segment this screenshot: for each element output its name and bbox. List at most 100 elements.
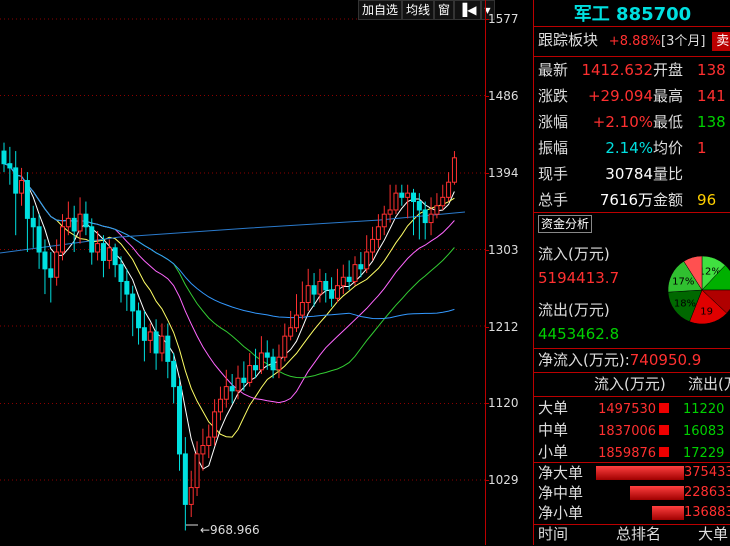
candle[interactable] xyxy=(153,331,159,354)
chart-toolbar: 加自选 均线 窗 ▐◀ ▾ xyxy=(358,0,495,20)
candle[interactable] xyxy=(36,226,42,253)
candle[interactable] xyxy=(446,181,452,198)
candle[interactable] xyxy=(451,157,457,183)
candle[interactable] xyxy=(258,352,264,371)
candle[interactable] xyxy=(147,331,153,341)
candle[interactable] xyxy=(100,243,106,261)
candle[interactable] xyxy=(340,276,346,287)
candle[interactable] xyxy=(241,377,247,383)
candle[interactable] xyxy=(381,213,387,228)
candle[interactable] xyxy=(13,167,19,194)
sell-tag[interactable]: 卖 xyxy=(712,32,730,51)
add-watchlist-button[interactable]: 加自选 xyxy=(358,0,403,20)
quote-value: 30784 xyxy=(605,165,654,183)
candle[interactable] xyxy=(311,285,317,295)
candle[interactable] xyxy=(253,365,259,371)
candle[interactable] xyxy=(422,209,428,224)
candle[interactable] xyxy=(346,276,352,282)
candle[interactable] xyxy=(428,213,434,224)
candle[interactable] xyxy=(42,251,48,270)
candle[interactable] xyxy=(65,217,71,228)
price-tick: 1486 xyxy=(485,89,519,103)
candle[interactable] xyxy=(95,243,101,253)
candle[interactable] xyxy=(288,327,294,337)
candle[interactable] xyxy=(124,280,130,295)
candle[interactable] xyxy=(229,386,235,392)
candle[interactable] xyxy=(411,192,416,203)
tracking-period[interactable]: [3个月] xyxy=(661,34,705,49)
candle[interactable] xyxy=(1,150,7,165)
candle[interactable] xyxy=(130,293,136,312)
candle[interactable] xyxy=(235,377,241,392)
candle[interactable] xyxy=(375,226,381,240)
candle[interactable] xyxy=(19,180,25,194)
quote-label: 涨跌 xyxy=(538,87,569,105)
candle[interactable] xyxy=(416,201,422,211)
candle[interactable] xyxy=(276,356,282,371)
candle[interactable] xyxy=(352,264,358,282)
candle[interactable] xyxy=(165,335,171,362)
candle[interactable] xyxy=(370,238,376,253)
candle[interactable] xyxy=(270,356,276,371)
candle[interactable] xyxy=(71,217,77,232)
candle[interactable] xyxy=(399,192,405,198)
candle[interactable] xyxy=(212,411,218,438)
candle[interactable] xyxy=(323,280,329,291)
candle[interactable] xyxy=(83,213,89,228)
candle[interactable] xyxy=(171,360,177,388)
candle[interactable] xyxy=(405,192,411,198)
candle[interactable] xyxy=(217,398,223,413)
candle[interactable] xyxy=(188,487,194,505)
candle[interactable] xyxy=(77,213,83,232)
quote-value: +29.094 xyxy=(587,87,654,105)
window-button[interactable]: 窗 xyxy=(434,0,455,20)
candle[interactable] xyxy=(393,192,399,211)
candle[interactable] xyxy=(159,335,165,354)
candle[interactable] xyxy=(141,327,147,341)
candle[interactable] xyxy=(206,436,212,447)
candle[interactable] xyxy=(106,247,112,261)
candle[interactable] xyxy=(89,226,95,253)
candle[interactable] xyxy=(305,285,311,303)
tab-fund-analysis[interactable]: 资金分析 xyxy=(538,215,593,233)
candle[interactable] xyxy=(112,247,118,266)
price-tick: 1577 xyxy=(485,12,519,26)
candle[interactable] xyxy=(7,163,13,169)
candle[interactable] xyxy=(434,205,440,215)
candle[interactable] xyxy=(364,251,370,270)
fund-pie-chart: 12%1918%17% xyxy=(667,255,730,325)
candle[interactable] xyxy=(223,386,229,400)
candle[interactable] xyxy=(282,335,288,358)
candle[interactable] xyxy=(387,209,393,215)
candle[interactable] xyxy=(30,217,36,228)
candle[interactable] xyxy=(118,264,124,282)
candle[interactable] xyxy=(48,268,54,278)
candle[interactable] xyxy=(54,251,60,278)
candle[interactable] xyxy=(247,365,253,383)
candle[interactable] xyxy=(264,352,270,358)
net-bar xyxy=(596,466,684,480)
quote-value: 138 xyxy=(697,61,726,79)
quote-panel: 军工 885700 跟踪板块 +8.88%[3个月] 卖 最新 1412.632开… xyxy=(533,0,730,545)
candle[interactable] xyxy=(200,445,206,455)
candle[interactable] xyxy=(136,310,142,329)
candle[interactable] xyxy=(24,180,30,219)
candle[interactable] xyxy=(440,196,446,207)
candle[interactable] xyxy=(294,314,299,329)
candle[interactable] xyxy=(317,280,323,295)
candle[interactable] xyxy=(177,386,182,455)
candle[interactable] xyxy=(329,289,335,299)
tracking-row[interactable]: 跟踪板块 +8.88%[3个月] 卖 xyxy=(538,28,730,52)
candle[interactable] xyxy=(60,226,65,253)
quote-row: 总手 7616万金额 96 xyxy=(538,188,716,212)
candle[interactable] xyxy=(299,301,305,316)
candlestick-chart[interactable]: ←968.966 xyxy=(0,0,485,545)
pie-label: 19 xyxy=(700,307,713,318)
quote-label: 最新 xyxy=(538,61,569,79)
candle[interactable] xyxy=(358,264,364,270)
candle[interactable] xyxy=(182,453,188,505)
candle[interactable] xyxy=(334,285,340,299)
arrow-left-icon[interactable]: ▐◀ xyxy=(454,0,481,20)
candle[interactable] xyxy=(194,453,200,489)
moving-average-button[interactable]: 均线 xyxy=(402,0,435,20)
